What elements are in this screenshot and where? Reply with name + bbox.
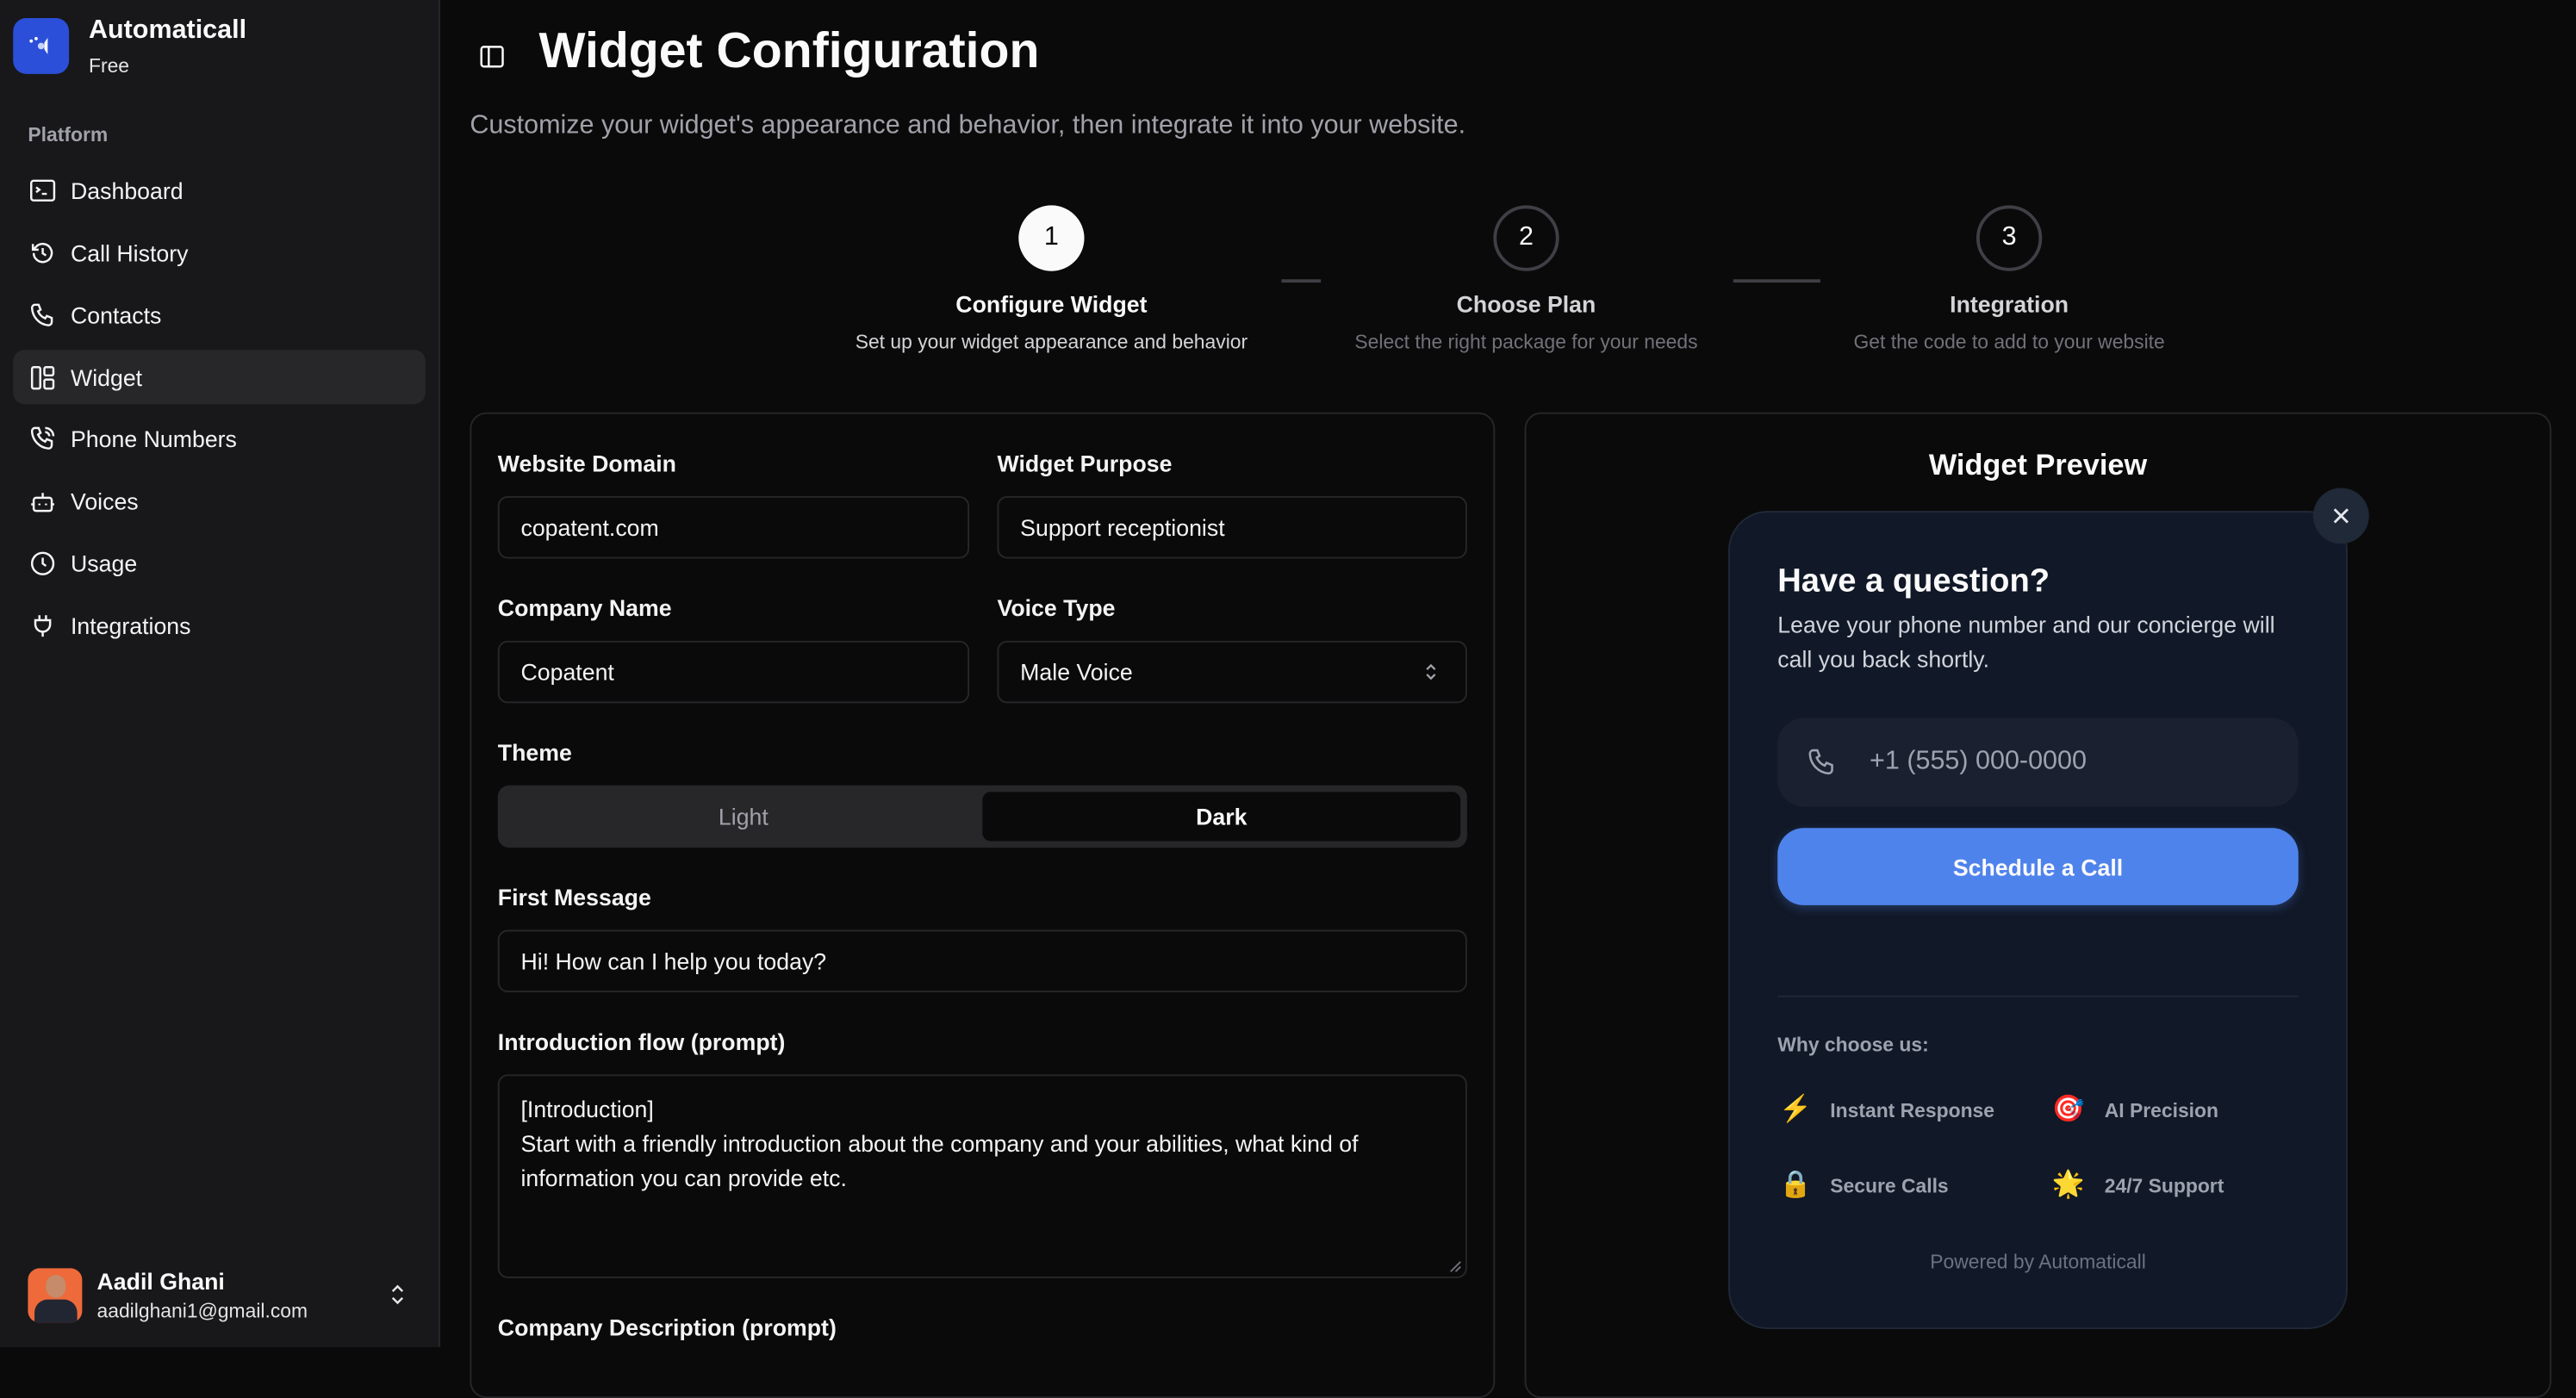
avatar[interactable]	[28, 1268, 83, 1323]
sidebar-item-voices[interactable]: Voices	[13, 473, 426, 527]
website-domain-label: Website Domain	[497, 450, 676, 477]
step-1-title: Configure Widget	[955, 290, 1148, 318]
widget-purpose-input[interactable]: Support receptionist	[997, 496, 1467, 559]
feature-label: Secure Calls	[1830, 1174, 1949, 1198]
sidebar-item-usage[interactable]: Usage	[13, 536, 426, 590]
sidebar-item-integrations[interactable]: Integrations	[13, 598, 426, 652]
sidebar-item-call-history[interactable]: Call History	[13, 225, 426, 279]
sidebar: Automaticall Free Platform Dashboard Cal…	[0, 0, 441, 1347]
first-message-input[interactable]: Hi! How can I help you today?	[497, 929, 1467, 993]
widget-description: Leave your phone number and our concierg…	[1777, 611, 2275, 673]
sidebar-item-label: Dashboard	[70, 177, 184, 203]
widget-preview-title: Widget Preview	[1928, 448, 2148, 482]
phone-icon	[1808, 749, 1833, 775]
phone-call-icon	[30, 426, 55, 449]
company-name-input[interactable]: Copatent	[497, 640, 970, 704]
why-choose-label: Why choose us:	[1777, 1033, 1929, 1057]
step-2-description: Select the right package for your needs	[1354, 330, 1698, 354]
logo-icon	[29, 36, 48, 54]
schedule-call-button[interactable]: Schedule a Call	[1777, 828, 2299, 905]
sidebar-item-label: Contacts	[70, 301, 162, 328]
step-3-circle[interactable]: 3	[1976, 205, 2043, 271]
first-message-label: First Message	[497, 884, 651, 910]
app-name: Automaticall	[88, 16, 247, 45]
intro-flow-line: Start with a friendly introduction about…	[520, 1130, 1359, 1191]
voice-type-label: Voice Type	[997, 594, 1116, 621]
voice-type-select[interactable]: Male Voice	[997, 640, 1467, 704]
step-1-circle[interactable]: 1	[1018, 205, 1085, 271]
sidebar-item-label: Integrations	[70, 612, 191, 638]
step-connector	[1281, 279, 1322, 283]
theme-option-dark[interactable]: Dark	[982, 792, 1461, 842]
sidebar-item-widget[interactable]: Widget	[13, 350, 426, 405]
page-title: Widget Configuration	[538, 24, 1040, 79]
theme-label: Theme	[497, 739, 572, 766]
feature-label: AI Precision	[2104, 1098, 2219, 1122]
step-1-description: Set up your widget appearance and behavi…	[855, 330, 1248, 354]
chevrons-up-down-icon	[1426, 663, 1436, 680]
phone-placeholder: +1 (555) 000-0000	[1870, 747, 2087, 776]
user-email: aadilghani1@gmail.com	[96, 1299, 308, 1323]
sidebar-item-label: Phone Numbers	[70, 425, 237, 451]
step-2-circle[interactable]: 2	[1493, 205, 1559, 271]
feature-label: 24/7 Support	[2104, 1174, 2224, 1198]
phone-input[interactable]: +1 (555) 000-0000	[1777, 718, 2299, 807]
intro-flow-textarea[interactable]: [Introduction] Start with a friendly int…	[497, 1074, 1467, 1278]
widget-heading: Have a question?	[1777, 563, 2050, 600]
company-description-label: Company Description (prompt)	[497, 1314, 837, 1341]
theme-option-light[interactable]: Light	[504, 792, 982, 841]
page-subtitle: Customize your widget's appearance and b…	[470, 111, 1466, 140]
sidebar-item-dashboard[interactable]: Dashboard	[13, 163, 426, 217]
layout-icon	[30, 365, 55, 389]
target-icon: 🎯	[2051, 1096, 2085, 1124]
terminal-icon	[29, 178, 56, 201]
sidebar-item-label: Voices	[70, 487, 139, 514]
plug-icon	[34, 614, 52, 637]
sidebar-item-label: Usage	[70, 549, 138, 576]
user-name: Aadil Ghani	[96, 1268, 225, 1295]
chevrons-up-down-icon[interactable]	[388, 1283, 408, 1307]
widget-purpose-label: Widget Purpose	[997, 450, 1173, 477]
sidebar-item-label: Call History	[70, 239, 189, 266]
step-3-description: Get the code to add to your website	[1853, 330, 2165, 354]
intro-flow-line: [Introduction]	[520, 1096, 654, 1122]
sidebar-section-label: Platform	[28, 123, 109, 146]
sidebar-toggle-icon[interactable]	[480, 44, 505, 69]
intro-flow-label: Introduction flow (prompt)	[497, 1028, 786, 1055]
step-connector	[1733, 279, 1820, 283]
sidebar-item-phone-numbers[interactable]: Phone Numbers	[13, 411, 426, 465]
voice-type-value: Male Voice	[1020, 658, 1133, 686]
history-icon	[31, 242, 53, 263]
lightning-icon: ⚡	[1779, 1096, 1813, 1124]
star-icon: 🌟	[2051, 1171, 2085, 1200]
bot-icon	[31, 492, 54, 512]
divider	[1777, 995, 2299, 997]
feature-label: Instant Response	[1830, 1098, 1995, 1122]
step-3-title: Integration	[1950, 290, 2069, 318]
theme-toggle: Light Dark	[497, 785, 1467, 848]
close-button[interactable]	[2312, 488, 2369, 544]
app-plan: Free	[88, 53, 130, 78]
clock-icon	[30, 550, 55, 575]
phone-icon	[30, 302, 53, 326]
step-2-title: Choose Plan	[1456, 290, 1596, 318]
powered-by: Powered by Automaticall	[1930, 1250, 2146, 1274]
sidebar-item-label: Widget	[70, 363, 143, 390]
app-logo	[13, 17, 70, 74]
lock-icon: 🔒	[1779, 1171, 1813, 1200]
resize-handle-icon[interactable]	[1449, 1260, 1462, 1273]
website-domain-input[interactable]: copatent.com	[497, 496, 970, 559]
company-name-label: Company Name	[497, 594, 672, 621]
close-icon	[2333, 508, 2349, 524]
sidebar-item-contacts[interactable]: Contacts	[13, 288, 426, 342]
